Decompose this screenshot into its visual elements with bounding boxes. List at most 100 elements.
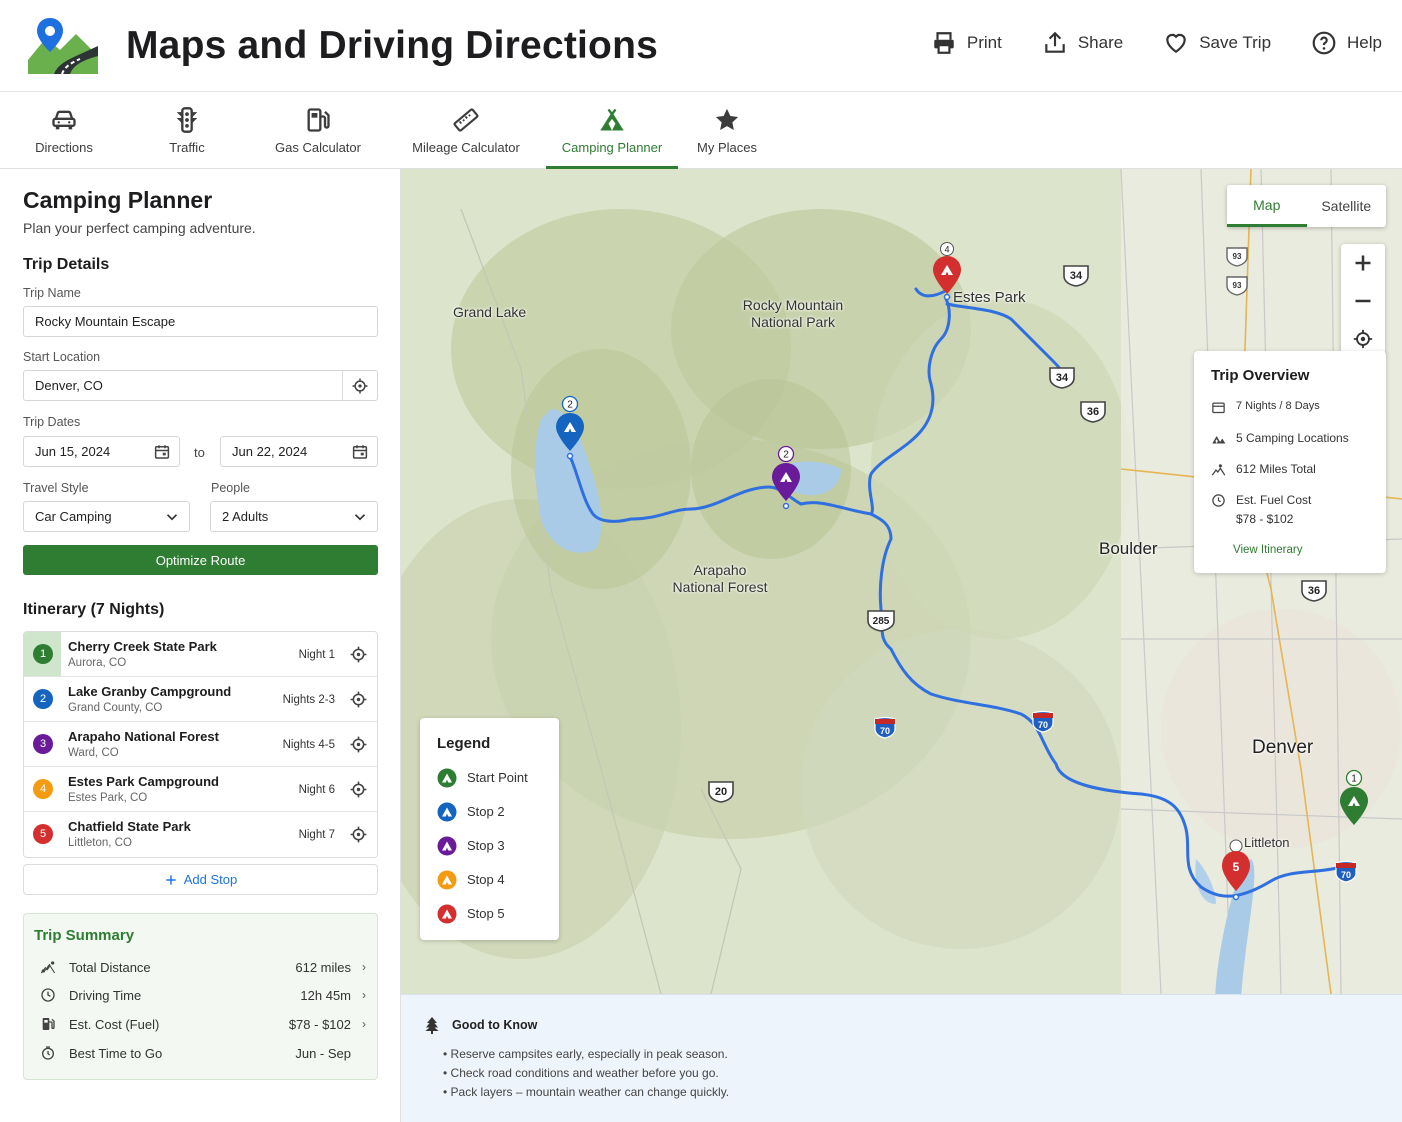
tent-icon	[437, 768, 457, 788]
field-divider	[342, 371, 343, 400]
satellite-view-button[interactable]: Satellite	[1307, 185, 1387, 227]
trip-summary-title: Trip Summary	[34, 927, 135, 944]
shield-number: 70	[880, 726, 890, 736]
start-date-value: Jun 15, 2024	[35, 444, 111, 459]
map-marker-lake-granby[interactable]: 2	[553, 395, 587, 461]
stop-location: Estes Park, CO	[68, 792, 148, 804]
share-button[interactable]: Share	[1042, 30, 1123, 56]
highway-shield-34: 34	[1063, 265, 1089, 287]
marker-number: 2	[567, 400, 573, 411]
highway-shield-93: 93	[1226, 247, 1248, 267]
highway-shield-20: 20	[708, 781, 734, 803]
trip-summary-card: Trip Summary Total Distance 612 miles › …	[23, 913, 378, 1080]
overview-fuel-label: Est. Fuel Cost	[1236, 493, 1312, 507]
start-location-value: Denver, CO	[35, 378, 103, 393]
shield-number: 34	[1070, 270, 1083, 282]
calendar-icon	[352, 445, 368, 459]
add-stop-label: Add Stop	[183, 872, 238, 887]
trip-name-label: Trip Name	[23, 286, 81, 300]
itinerary-item-cherry-creek[interactable]: 1 Cherry Creek State Park Aurora, CO Nig…	[24, 632, 377, 677]
map-label-arapaho-nf: Arapaho National Forest	[672, 562, 768, 595]
tab-my-places[interactable]: My Places	[688, 92, 766, 169]
map-marker-chatfield[interactable]: 5	[1219, 837, 1253, 903]
star-icon	[715, 108, 739, 131]
start-location-input[interactable]: Denver, CO	[23, 370, 378, 401]
locate-icon[interactable]	[349, 645, 368, 664]
map-marker-arapaho[interactable]: 2	[769, 445, 803, 511]
good-to-know-panel: Good to Know • Reserve campsites early, …	[401, 994, 1402, 1122]
stop-nights: Night 6	[298, 784, 335, 796]
optimize-route-button[interactable]: Optimize Route	[23, 545, 378, 575]
tab-bar: Directions Traffic Gas Calculator Mileag…	[0, 92, 1402, 169]
highway-shield-93: 93	[1226, 276, 1248, 296]
summary-label: Est. Cost (Fuel)	[69, 1017, 160, 1032]
locate-icon[interactable]	[349, 690, 368, 709]
map-marker-estes-park[interactable]: 4	[930, 242, 964, 300]
stop-location: Littleton, CO	[68, 837, 132, 849]
shield-number: 20	[715, 786, 727, 798]
itinerary-item-arapaho[interactable]: 3 Arapaho National Forest Ward, CO Night…	[24, 722, 377, 767]
locate-icon[interactable]	[351, 377, 369, 395]
chevron-right-icon: ›	[362, 1017, 366, 1031]
zoom-out-button[interactable]	[1341, 282, 1385, 320]
end-date-input[interactable]: Jun 22, 2024	[220, 436, 378, 467]
help-button[interactable]: Help	[1311, 30, 1382, 56]
gas-pump-icon	[307, 108, 330, 132]
good-to-know-title: Good to Know	[452, 1018, 538, 1032]
tab-traffic[interactable]: Traffic	[137, 92, 237, 169]
shield-number: 70	[1341, 870, 1351, 880]
travel-style-select[interactable]: Car Camping	[23, 501, 190, 532]
summary-row-fuel-cost[interactable]: Est. Cost (Fuel) $78 - $102 ›	[40, 1014, 366, 1036]
stop-nights: Night 7	[298, 829, 335, 841]
tab-directions[interactable]: Directions	[14, 92, 114, 169]
plus-icon	[1355, 255, 1371, 271]
save-trip-button[interactable]: Save Trip	[1163, 30, 1271, 56]
marker-number: 2	[783, 450, 789, 461]
view-itinerary-link[interactable]: View Itinerary	[1233, 544, 1302, 556]
marker-number: 5	[1233, 860, 1240, 874]
trip-details-title: Trip Details	[23, 256, 110, 273]
map-label-denver: Denver	[1252, 737, 1314, 758]
map-view-button[interactable]: Map	[1227, 185, 1307, 227]
tab-camping-planner[interactable]: Camping Planner	[546, 92, 678, 169]
map-canvas[interactable]: 34 34 36 36 285 70 70 20 70 93 93 Grand …	[401, 169, 1402, 994]
tab-label: Camping Planner	[561, 140, 663, 155]
summary-row-driving-time[interactable]: Driving Time 12h 45m ›	[40, 985, 366, 1007]
trip-name-input[interactable]: Rocky Mountain Escape	[23, 306, 378, 337]
legend-title: Legend	[437, 735, 491, 752]
tab-gas-calculator[interactable]: Gas Calculator	[262, 92, 374, 169]
map-label-boulder: Boulder	[1099, 539, 1158, 558]
legend-label: Stop 5	[467, 906, 505, 921]
itinerary-item-chatfield[interactable]: 5 Chatfield State Park Littleton, CO Nig…	[24, 812, 377, 857]
locate-icon[interactable]	[349, 735, 368, 754]
tent-icon	[437, 802, 457, 822]
people-select[interactable]: 2 Adults	[210, 501, 378, 532]
tab-label: Gas Calculator	[275, 140, 361, 155]
zoom-in-button[interactable]	[1341, 244, 1385, 282]
itinerary-item-estes-park[interactable]: 4 Estes Park Campground Estes Park, CO N…	[24, 767, 377, 812]
locate-icon[interactable]	[349, 825, 368, 844]
printer-icon	[934, 32, 954, 54]
summary-row-best-time: Best Time to Go Jun - Sep	[40, 1043, 366, 1065]
tab-mileage-calculator[interactable]: Mileage Calculator	[400, 92, 532, 169]
route-icon	[1211, 464, 1226, 476]
overview-nights-text: 7 Nights / 8 Days	[1236, 400, 1320, 412]
trip-overview-card: Trip Overview 7 Nights / 8 Days 5 Campin…	[1194, 351, 1386, 573]
add-stop-button[interactable]: Add Stop	[23, 864, 378, 895]
stop-nights: Nights 4-5	[282, 739, 335, 751]
tent-icon	[600, 108, 624, 131]
planner-panel: Camping Planner Plan your perfect campin…	[0, 169, 401, 1122]
stop-nights: Night 1	[298, 649, 335, 661]
legend-label: Stop 3	[467, 838, 505, 853]
map-marker-cherry-creek[interactable]: 1	[1337, 769, 1371, 835]
fuel-icon	[42, 1018, 55, 1030]
map-type-toggle: Map Satellite	[1227, 185, 1386, 227]
start-date-input[interactable]: Jun 15, 2024	[23, 436, 180, 467]
calendar-icon	[154, 445, 170, 459]
summary-row-distance[interactable]: Total Distance 612 miles ›	[40, 957, 366, 979]
locate-icon[interactable]	[349, 780, 368, 799]
summary-label: Best Time to Go	[69, 1046, 163, 1061]
print-button[interactable]: Print	[931, 30, 1002, 56]
tent-icon	[437, 836, 457, 856]
itinerary-item-lake-granby[interactable]: 2 Lake Granby Campground Grand County, C…	[24, 677, 377, 722]
